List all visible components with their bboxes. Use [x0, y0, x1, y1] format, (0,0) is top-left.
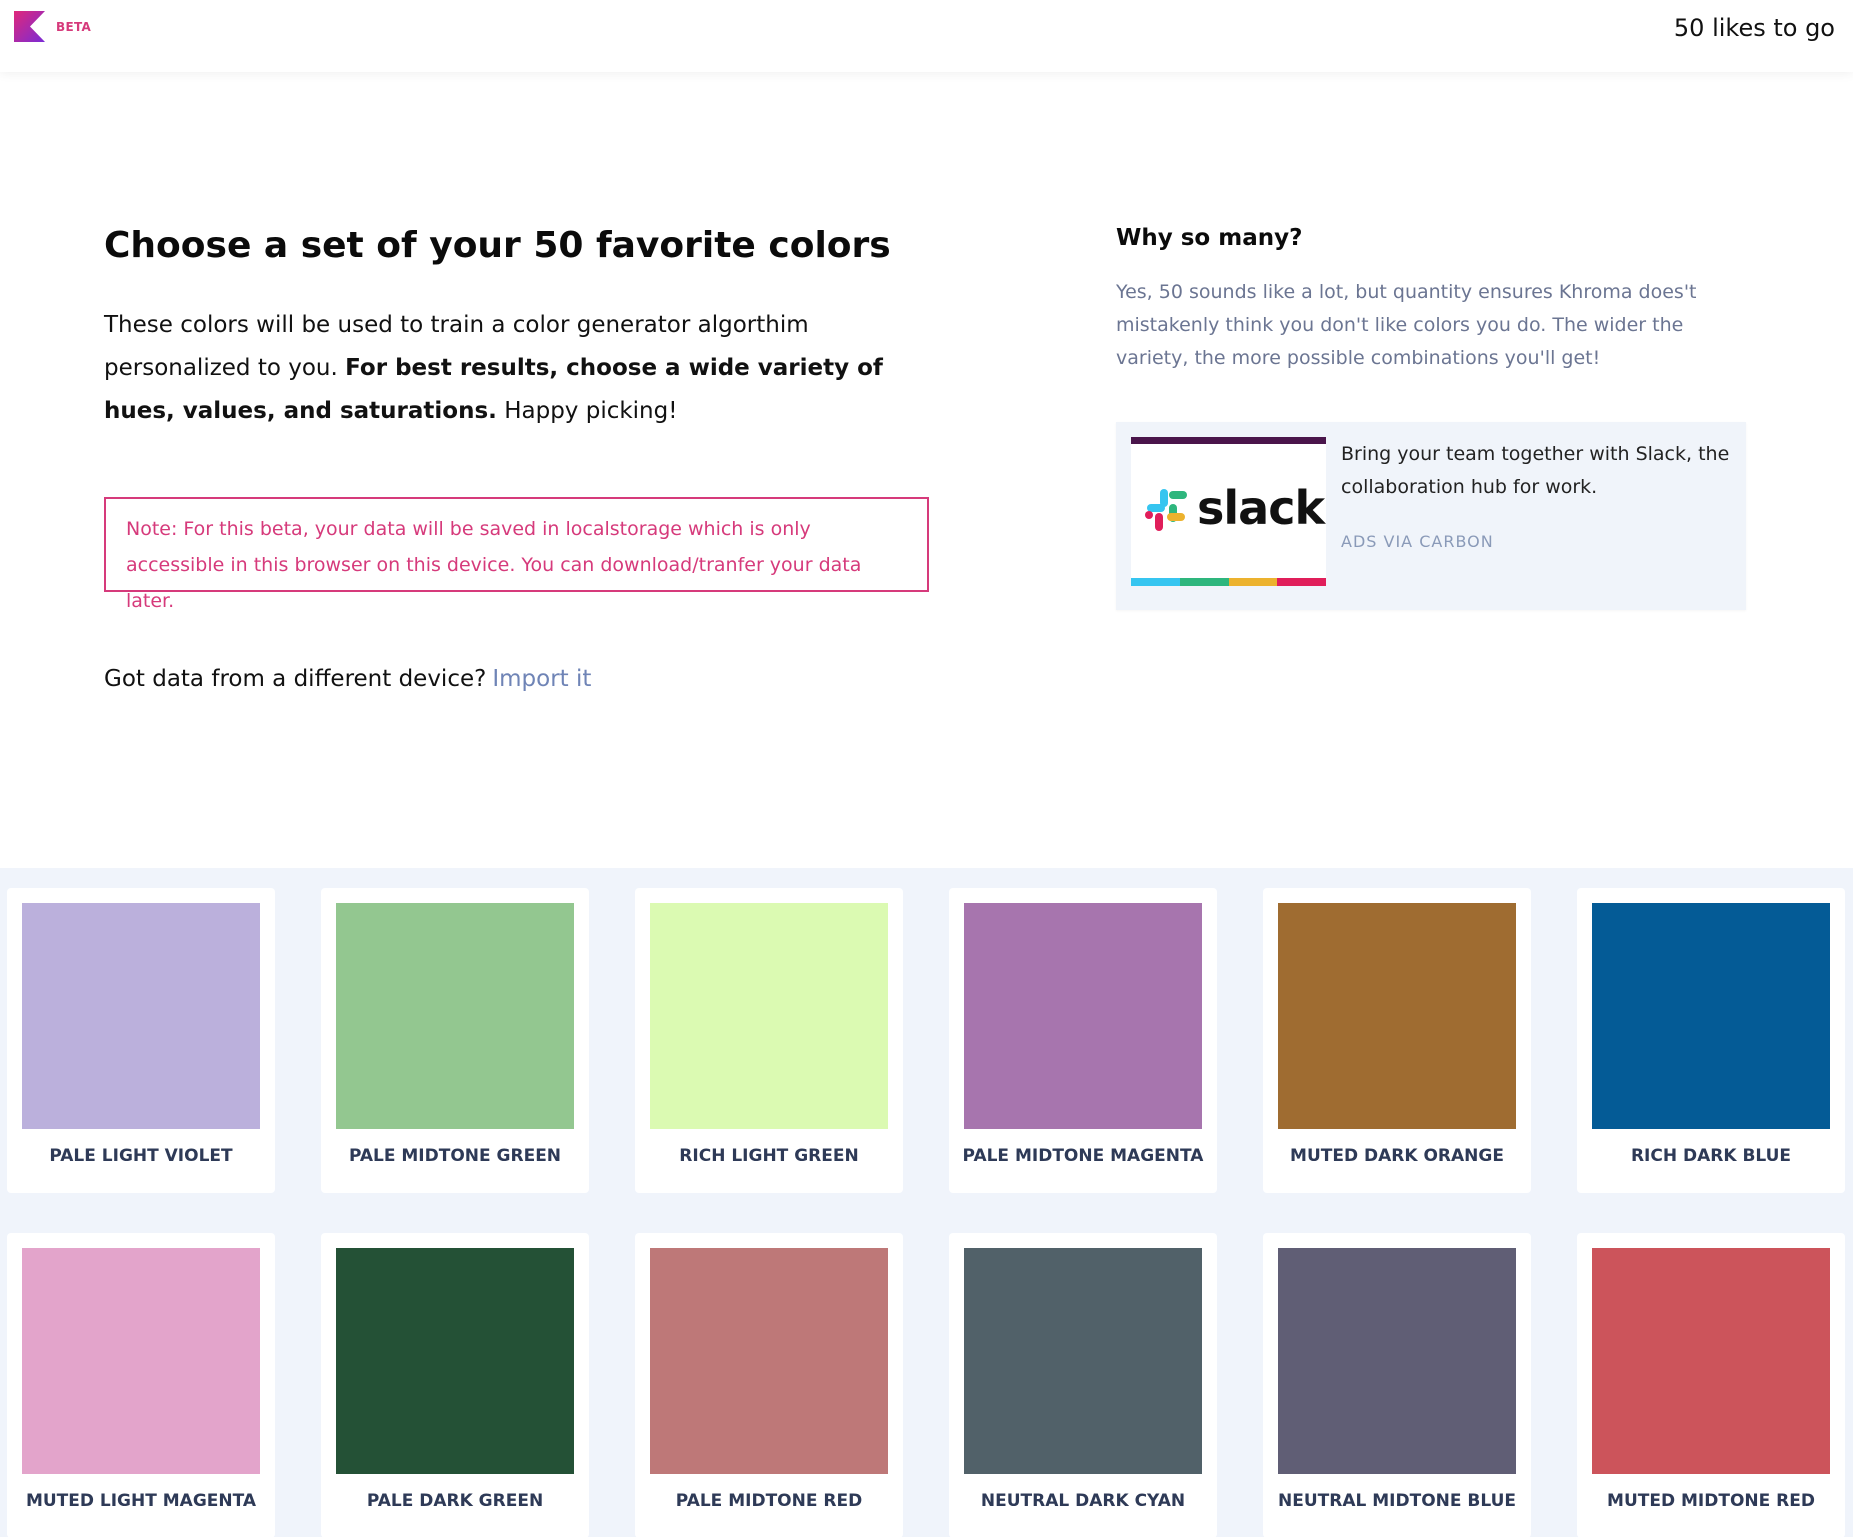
ad-bar-segment — [1277, 578, 1326, 586]
ad-image[interactable]: slack — [1131, 437, 1326, 586]
carbon-ad[interactable]: slack Bring your team together with Slac… — [1116, 422, 1746, 610]
page-title: Choose a set of your 50 favorite colors — [104, 225, 891, 266]
why-text: Yes, 50 sounds like a lot, but quantity … — [1116, 281, 1697, 369]
color-swatch[interactable] — [650, 1248, 888, 1474]
color-name: PALE DARK GREEN — [366, 1491, 544, 1511]
why-title: Why so many? — [1116, 225, 1303, 251]
localstorage-note: Note: For this beta, your data will be s… — [104, 497, 929, 612]
color-swatch[interactable] — [1278, 1248, 1516, 1474]
color-card[interactable]: PALE DARK GREEN — [321, 1233, 589, 1537]
color-card[interactable]: PALE MIDTONE MAGENTA — [949, 888, 1217, 1193]
ad-bar-top — [1131, 437, 1326, 444]
slack-wordmark: slack — [1197, 481, 1325, 535]
color-swatch[interactable] — [964, 1248, 1202, 1474]
color-name: RICH LIGHT GREEN — [679, 1146, 859, 1166]
color-card[interactable]: NEUTRAL DARK CYAN — [949, 1233, 1217, 1537]
color-name: PALE MIDTONE RED — [675, 1491, 863, 1511]
color-card[interactable]: RICH DARK BLUE — [1577, 888, 1845, 1193]
color-swatch[interactable] — [650, 903, 888, 1129]
color-grid: PALE LIGHT VIOLET PALE MIDTONE GREEN RIC… — [0, 868, 1853, 1537]
color-name: NEUTRAL DARK CYAN — [980, 1491, 1186, 1511]
color-name: NEUTRAL MIDTONE BLUE — [1278, 1491, 1516, 1511]
color-swatch[interactable] — [22, 1248, 260, 1474]
color-name: MUTED DARK ORANGE — [1290, 1146, 1504, 1166]
color-name: MUTED LIGHT MAGENTA — [25, 1491, 257, 1511]
color-card[interactable]: MUTED DARK ORANGE — [1263, 888, 1531, 1193]
ad-bar-segment — [1228, 578, 1278, 586]
import-link[interactable]: Import it — [492, 666, 591, 692]
import-prompt: Got data from a different device? Import … — [104, 666, 591, 692]
color-swatch[interactable] — [1592, 903, 1830, 1129]
color-swatch[interactable] — [964, 903, 1202, 1129]
color-card[interactable]: RICH LIGHT GREEN — [635, 888, 903, 1193]
color-card[interactable]: PALE LIGHT VIOLET — [7, 888, 275, 1193]
import-prompt-text: Got data from a different device? — [104, 666, 487, 692]
color-swatch[interactable] — [1278, 903, 1516, 1129]
ad-bar-segment — [1131, 578, 1180, 586]
ad-text[interactable]: Bring your team together with Slack, the… — [1341, 438, 1731, 504]
color-card[interactable]: MUTED MIDTONE RED — [1577, 1233, 1845, 1537]
color-name: PALE MIDTONE GREEN — [348, 1146, 562, 1166]
color-card[interactable]: PALE MIDTONE RED — [635, 1233, 903, 1537]
color-card[interactable]: PALE MIDTONE GREEN — [321, 888, 589, 1193]
intro-text-part2: Happy picking! — [504, 398, 678, 424]
ad-bar-segment — [1179, 578, 1229, 586]
color-swatch[interactable] — [336, 903, 574, 1129]
color-name: RICH DARK BLUE — [1630, 1146, 1792, 1166]
likes-counter: 50 likes to go — [1673, 14, 1835, 42]
intro-text: These colors will be used to train a col… — [104, 304, 934, 433]
color-swatch[interactable] — [336, 1248, 574, 1474]
color-name: PALE MIDTONE MAGENTA — [962, 1146, 1204, 1166]
color-card[interactable]: NEUTRAL MIDTONE BLUE — [1263, 1233, 1531, 1537]
color-card[interactable]: MUTED LIGHT MAGENTA — [7, 1233, 275, 1537]
beta-badge: BETA — [56, 20, 92, 34]
color-name: MUTED MIDTONE RED — [1607, 1491, 1815, 1511]
color-swatch[interactable] — [22, 903, 260, 1129]
ad-via-link[interactable]: ADS VIA CARBON — [1341, 532, 1494, 551]
color-name: PALE LIGHT VIOLET — [49, 1146, 233, 1166]
top-bar: BETA 50 likes to go — [0, 0, 1853, 72]
ad-bar-bottom — [1131, 578, 1326, 586]
khroma-logo-icon[interactable] — [14, 11, 45, 42]
slack-logo-icon — [1145, 489, 1187, 531]
color-swatch[interactable] — [1592, 1248, 1830, 1474]
